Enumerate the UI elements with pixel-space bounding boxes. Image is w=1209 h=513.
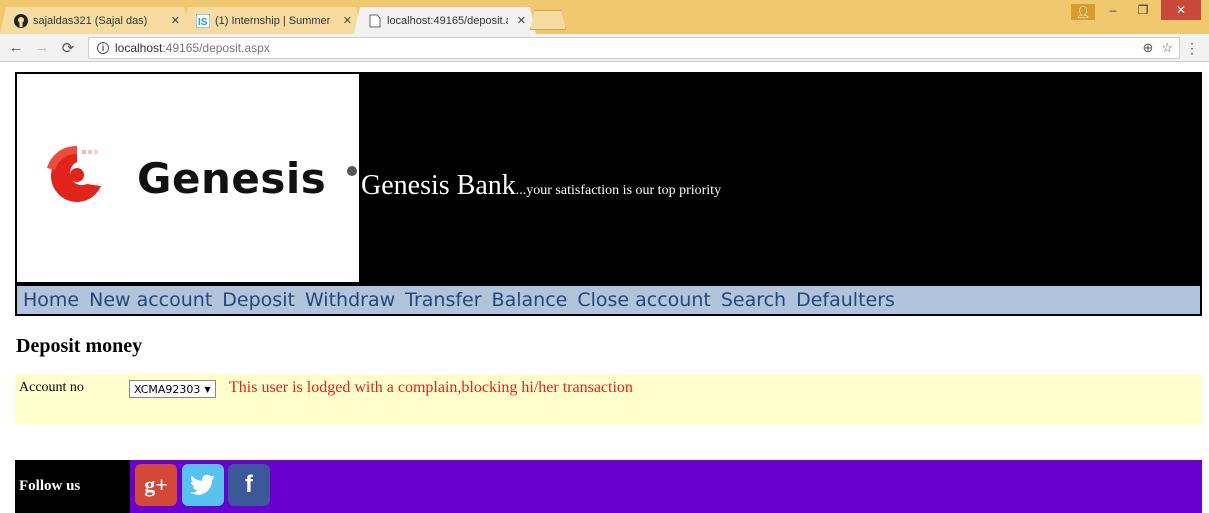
genesis-swirl-icon [47, 145, 101, 202]
close-window-button[interactable]: ✕ [1161, 0, 1201, 20]
facebook-glyph: f [245, 471, 253, 498]
nav-search[interactable]: Search [721, 289, 786, 311]
forward-arrow-icon[interactable]: → [32, 39, 52, 56]
close-icon[interactable]: ✕ [517, 14, 526, 27]
restore-button[interactable]: ❐ [1131, 0, 1155, 20]
registered-mark-icon [347, 166, 357, 176]
window-controls: 👤︎ – ❐ ✕ [1071, 0, 1201, 20]
bank-name: Genesis Bank [361, 170, 516, 201]
menu-dots-icon[interactable]: ⋮ [1185, 40, 1199, 57]
info-icon[interactable]: i [97, 42, 109, 54]
logo-text: Genesis [137, 154, 327, 203]
url-host: localhost [115, 41, 163, 55]
genesis-logo: Genesis [17, 74, 359, 282]
site-header: Genesis Genesis Bank...your satisfaction… [15, 72, 1202, 316]
nav-balance[interactable]: Balance [492, 289, 568, 311]
error-message: This user is lodged with a complain,bloc… [229, 379, 633, 396]
star-icon[interactable]: ☆ [1161, 40, 1173, 56]
bank-tagline: ...your satisfaction is our top priority [515, 183, 722, 198]
browser-tab-internshala[interactable]: IS (1) Internship | Summer I ✕ [182, 7, 362, 34]
account-no-label: Account no [19, 380, 84, 395]
user-profile-icon[interactable]: 👤︎ [1071, 4, 1095, 20]
facebook-icon[interactable]: f [228, 464, 270, 506]
nav-defaulters[interactable]: Defaulters [796, 289, 895, 311]
twitter-icon[interactable] [182, 464, 224, 506]
nav-deposit[interactable]: Deposit [222, 289, 295, 311]
twitter-bird-icon [190, 474, 215, 495]
close-icon[interactable]: ✕ [171, 14, 180, 27]
document-icon [368, 14, 382, 28]
minimize-button[interactable]: – [1101, 0, 1125, 20]
google-plus-icon[interactable]: g+ [135, 464, 177, 506]
account-no-value: XCMA92303 [134, 382, 201, 396]
nav-withdraw[interactable]: Withdraw [305, 289, 395, 311]
back-arrow-icon[interactable]: ← [6, 39, 26, 56]
nav-new-account[interactable]: New account [89, 289, 212, 311]
github-icon [14, 14, 28, 28]
google-plus-glyph: g+ [144, 472, 168, 497]
nav-close-account[interactable]: Close account [577, 289, 711, 311]
deposit-form-panel: Account no XCMA92303 ▼ This user is lodg… [15, 374, 1202, 425]
site-footer: Follow us g+ f [15, 460, 1202, 513]
url-path: :49165/deposit.aspx [162, 41, 270, 55]
nav-transfer[interactable]: Transfer [405, 289, 481, 311]
internshala-icon: IS [196, 14, 210, 28]
reload-icon[interactable]: ⟳ [58, 39, 78, 57]
follow-us-label: Follow us [19, 478, 81, 494]
new-tab-button[interactable] [530, 10, 566, 30]
chevron-down-icon: ▼ [204, 384, 211, 394]
tab-title: sajaldas321 (Sajal das) [33, 14, 148, 27]
close-icon[interactable]: ✕ [343, 14, 352, 27]
url-text: localhost:49165/deposit.aspx [115, 41, 270, 55]
main-nav: Home New account Deposit Withdraw Transf… [17, 286, 1200, 314]
page-title: Deposit money [16, 335, 143, 357]
account-no-select[interactable]: XCMA92303 ▼ [129, 380, 216, 398]
nav-home[interactable]: Home [23, 289, 79, 311]
zoom-icon[interactable]: ⊕ [1142, 40, 1153, 56]
browser-tabstrip: sajaldas321 (Sajal das) ✕ IS (1) Interns… [0, 0, 1209, 34]
browser-toolbar: ← → ⟳ i localhost:49165/deposit.aspx ⊕ ☆… [0, 34, 1209, 62]
tab-title: (1) Internship | Summer I [215, 14, 334, 27]
address-bar[interactable]: i localhost:49165/deposit.aspx ⊕ ☆ [88, 37, 1180, 59]
bank-title: Genesis Bank...your satisfaction is our … [361, 170, 721, 202]
browser-tab-active[interactable]: localhost:49165/deposit.a ✕ [354, 7, 536, 34]
svg-text:IS: IS [198, 17, 208, 28]
follow-us-box: Follow us [15, 460, 130, 513]
browser-tab-github[interactable]: sajaldas321 (Sajal das) ✕ [0, 7, 190, 34]
tab-title: localhost:49165/deposit.a [387, 14, 508, 27]
